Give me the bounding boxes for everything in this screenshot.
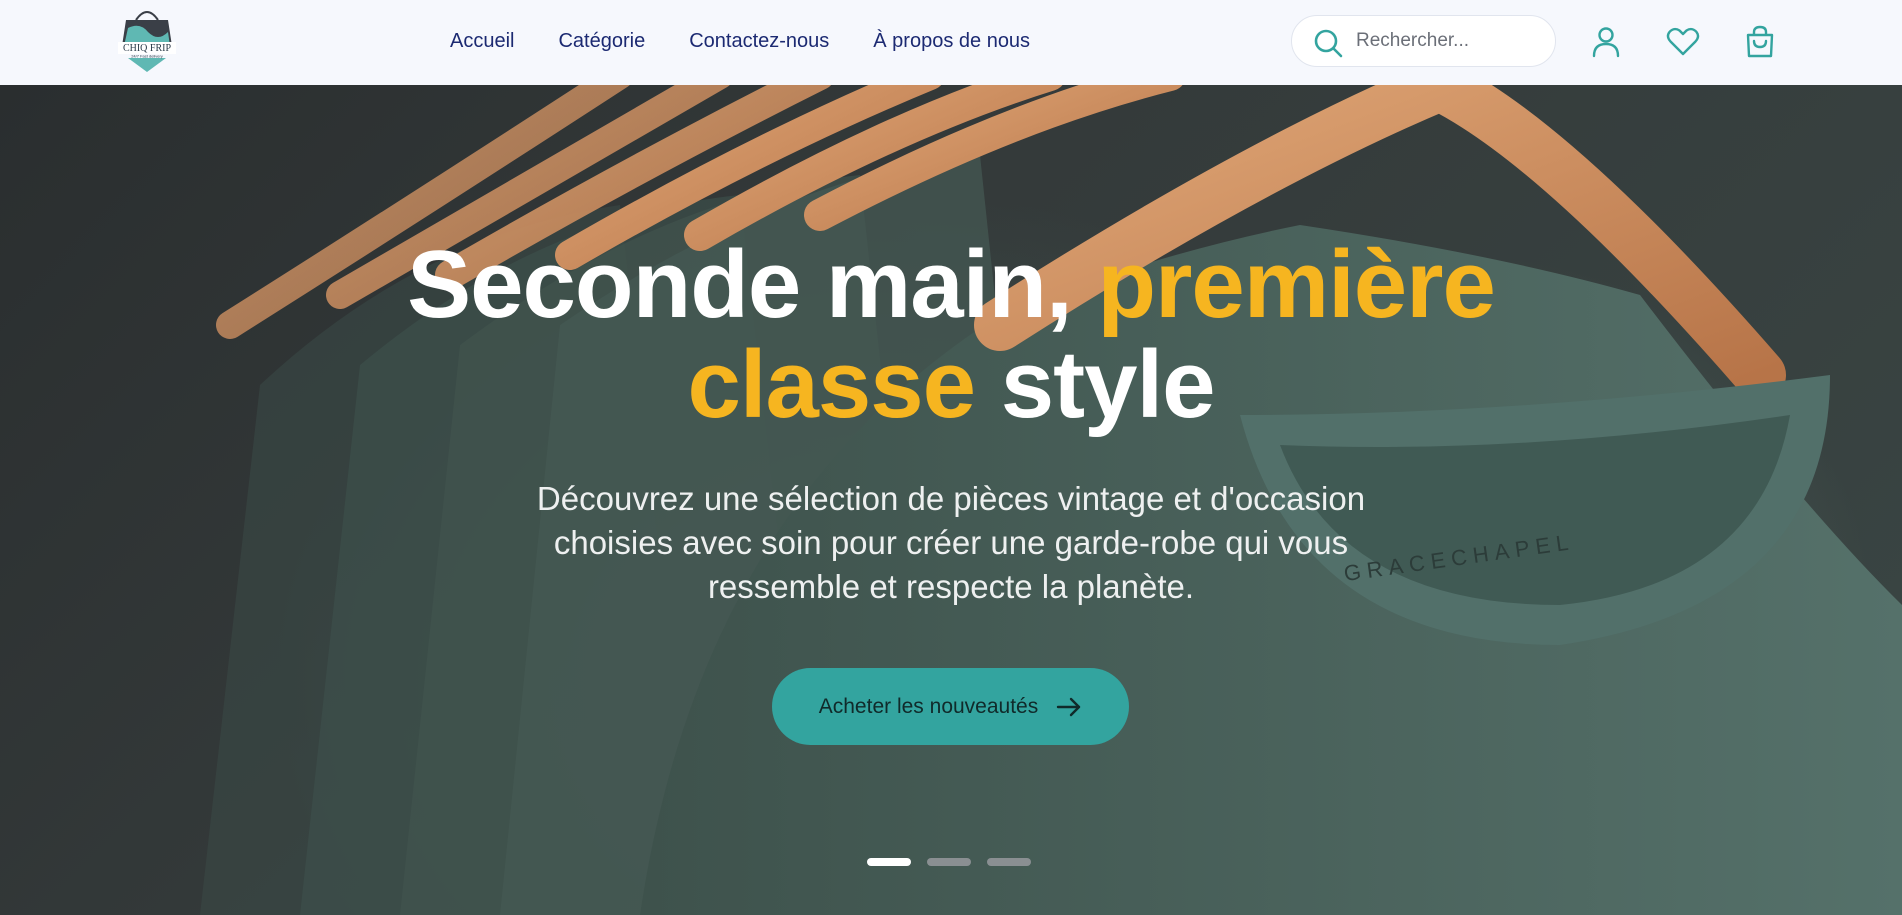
site-header: CHIQ FRIP 24/7 Fast delivery Accueil Cat… [0, 0, 1902, 85]
nav-link-about[interactable]: À propos de nous [873, 30, 1030, 53]
carousel-dots [867, 858, 1047, 866]
arrow-right-icon [1057, 697, 1081, 716]
account-button[interactable] [1586, 22, 1626, 62]
hero-title-accent2: classe [687, 331, 976, 438]
logo-text: CHIQ FRIP [123, 43, 172, 54]
shopping-bag-logo-icon: CHIQ FRIP 24/7 Fast delivery [118, 11, 176, 72]
heart-icon [1666, 27, 1700, 56]
hero-subtitle-line3: ressemble et respecte la planète. [707, 568, 1195, 605]
cart-button[interactable] [1740, 22, 1780, 62]
hero-subtitle-line2: choisies avec soin pour créer une garde-… [553, 524, 1349, 561]
main-nav: Accueil Catégorie Contactez-nous À propo… [450, 0, 1074, 82]
wishlist-button[interactable] [1663, 22, 1703, 62]
carousel-dot-2[interactable] [927, 858, 971, 866]
user-icon [1592, 27, 1620, 58]
hero-title-part1: Seconde main, [407, 231, 1098, 338]
search-icon[interactable] [1312, 27, 1344, 59]
nav-link-accueil[interactable]: Accueil [450, 30, 514, 53]
cta-label: Acheter les nouveautés [818, 694, 1039, 718]
brand-logo[interactable]: CHIQ FRIP 24/7 Fast delivery [114, 6, 180, 76]
search-box [1291, 15, 1556, 67]
carousel-dot-3[interactable] [987, 858, 1031, 866]
hero-banner: GRACECHAPEL Seconde main, première class… [0, 85, 1902, 915]
hero-title: Seconde main, première classe style [0, 235, 1902, 435]
shopping-bag-icon [1746, 25, 1774, 58]
hero-title-part2: style [975, 331, 1216, 438]
shop-new-arrivals-button[interactable]: Acheter les nouveautés [772, 668, 1129, 745]
carousel-dot-1[interactable] [867, 858, 911, 866]
nav-link-categorie[interactable]: Catégorie [558, 30, 645, 53]
logo-tagline: 24/7 Fast delivery [131, 54, 163, 59]
hero-subtitle: Découvrez une sélection de pièces vintag… [520, 477, 1382, 609]
hero-subtitle-line1: Découvrez une sélection de pièces vintag… [536, 480, 1366, 517]
search-input[interactable] [1356, 26, 1541, 56]
hero-title-accent1: première [1097, 231, 1496, 338]
nav-link-contact[interactable]: Contactez-nous [689, 30, 829, 53]
